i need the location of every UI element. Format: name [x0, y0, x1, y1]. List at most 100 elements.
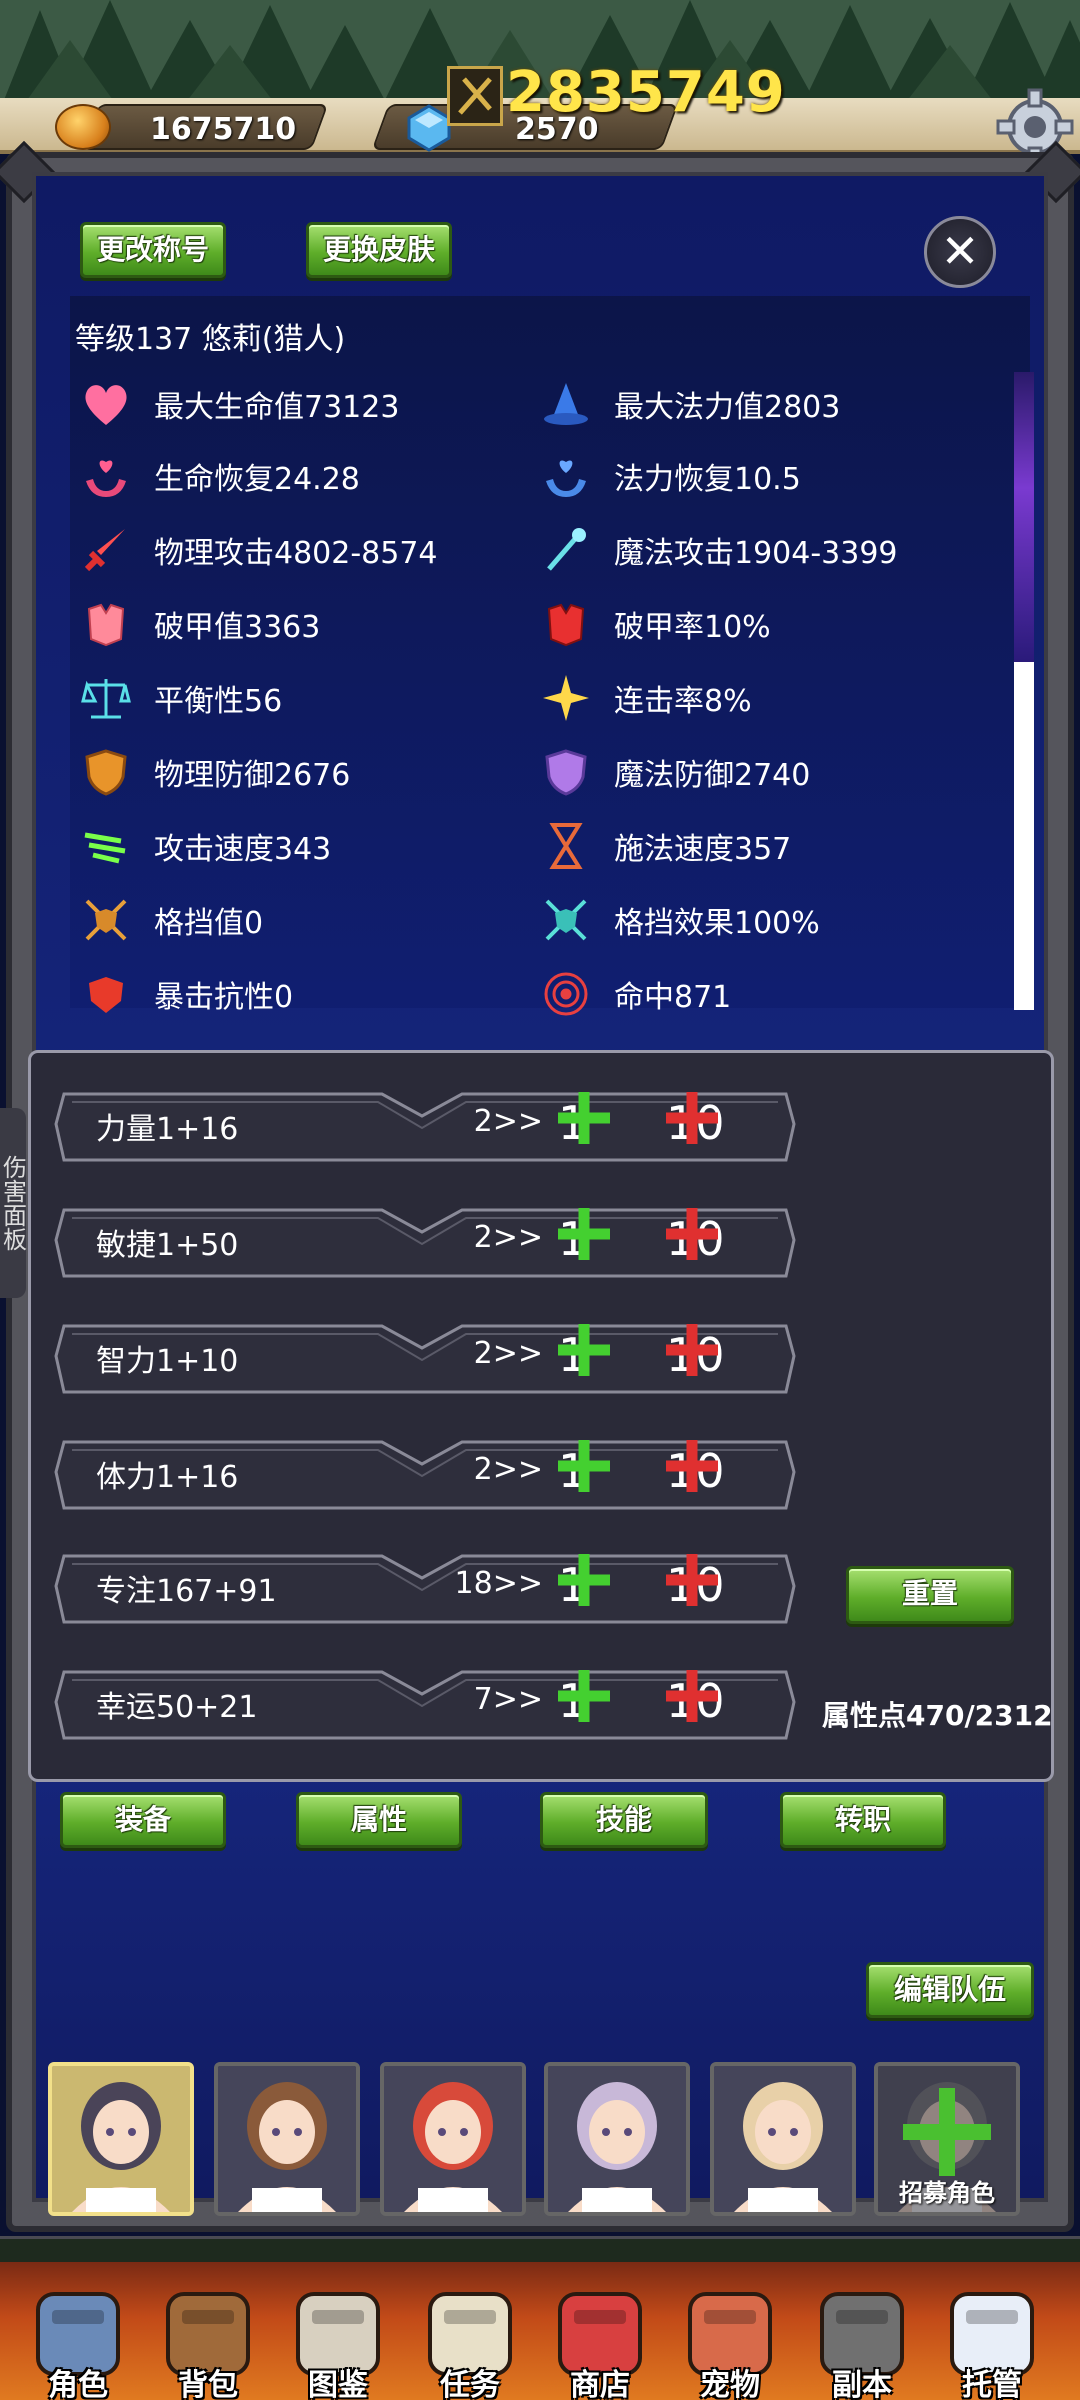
stat-physical-attack: 物理攻击4802-8574	[78, 522, 438, 578]
speed-wing-icon	[78, 818, 134, 874]
nav-pets[interactable]: 宠物	[674, 2286, 786, 2400]
plus-green-icon	[558, 1092, 610, 1144]
magic-wand-icon	[538, 522, 594, 578]
attribute-row: 幸运50+21 7>> 110	[52, 1654, 798, 1750]
attribute-name: 体力1+16	[96, 1460, 239, 1495]
nav-label: 宠物	[700, 2368, 760, 2400]
add-ten-button[interactable]: 10	[662, 1088, 782, 1158]
diamond-icon	[407, 104, 451, 152]
stat-combo-rate: 连击率8%	[538, 670, 752, 726]
plus-red-icon	[666, 1440, 718, 1492]
character-slot[interactable]	[48, 2062, 194, 2216]
add-one-button[interactable]: 1	[554, 1204, 674, 1274]
crossed-swords-cyan-icon	[538, 892, 594, 948]
stat-block-effect: 格挡效果100%	[538, 892, 820, 948]
attribute-row: 智力1+10 2>> 110	[52, 1308, 798, 1404]
plus-green-icon	[558, 1554, 610, 1606]
star-burst-icon	[538, 670, 594, 726]
stat-attack-speed: 攻击速度343	[78, 818, 331, 874]
character-slot[interactable]	[710, 2062, 856, 2216]
add-ten-button[interactable]: 10	[662, 1550, 782, 1620]
character-portrait	[384, 2066, 522, 2212]
stat-magic-attack: 魔法攻击1904-3399	[538, 522, 898, 578]
heart-icon	[78, 376, 134, 432]
stat-mp-regen: 法力恢复10.5	[538, 448, 801, 504]
character-slot[interactable]	[214, 2062, 360, 2216]
add-one-button[interactable]: 1	[554, 1320, 674, 1390]
nav-backpack[interactable]: 背包	[152, 2286, 264, 2400]
recruit-label: 招募角色	[899, 2179, 995, 2207]
nav-auto[interactable]: 托管	[936, 2286, 1048, 2400]
character-portrait	[218, 2066, 356, 2212]
add-one-button[interactable]: 1	[554, 1666, 674, 1736]
nav-divider	[0, 2236, 1080, 2262]
gold-amount: 1675710	[150, 112, 297, 147]
wizard-hat-icon	[538, 376, 594, 432]
add-ten-button[interactable]: 10	[662, 1436, 782, 1506]
stat-magic-defense: 魔法防御2740	[538, 744, 810, 800]
add-ten-button[interactable]: 10	[662, 1204, 782, 1274]
stats-scrollbar-thumb[interactable]	[1014, 372, 1034, 662]
level-and-name: 等级137 悠莉(猎人)	[75, 322, 346, 357]
stat-max-hp: 最大生命值73123	[78, 376, 399, 432]
close-icon: ✕	[940, 224, 980, 278]
combat-power-icon	[447, 66, 503, 126]
stat-accuracy: 命中871	[538, 966, 731, 1022]
damage-panel-tab[interactable]: 伤害面板	[0, 1108, 27, 1298]
add-ten-button[interactable]: 10	[662, 1320, 782, 1390]
reset-button[interactable]: 重置	[846, 1566, 1014, 1624]
add-ten-button[interactable]: 10	[662, 1666, 782, 1736]
plus-red-icon	[666, 1208, 718, 1260]
attribute-name: 专注167+91	[96, 1574, 277, 1609]
hands-heart-icon	[78, 448, 134, 504]
attribute-cost: 2>>	[473, 1452, 543, 1487]
tab-skills[interactable]: 技能	[540, 1792, 708, 1848]
attribute-name: 智力1+10	[96, 1344, 239, 1379]
change-title-button[interactable]: 更改称号	[80, 222, 226, 278]
recruit-slot[interactable]: 招募角色	[874, 2062, 1020, 2216]
add-one-button[interactable]: 1	[554, 1436, 674, 1506]
character-portrait	[548, 2066, 686, 2212]
plus-red-icon	[666, 1092, 718, 1144]
character-slot[interactable]	[380, 2062, 526, 2216]
magic-shield-icon	[538, 744, 594, 800]
tab-attributes[interactable]: 属性	[296, 1792, 462, 1848]
stat-armor-pen: 破甲值3363	[78, 596, 320, 652]
attribute-cost: 2>>	[473, 1104, 543, 1139]
stat-physical-defense: 物理防御2676	[78, 744, 350, 800]
nav-dungeon[interactable]: 副本	[806, 2286, 918, 2400]
attribute-row: 体力1+16 2>> 110	[52, 1424, 798, 1520]
attribute-cost: 18>>	[454, 1566, 543, 1601]
plus-green-icon	[558, 1324, 610, 1376]
hands-mana-icon	[538, 448, 594, 504]
character-slot[interactable]	[544, 2062, 690, 2216]
nav-label: 托管	[962, 2368, 1022, 2400]
add-one-button[interactable]: 1	[554, 1550, 674, 1620]
change-skin-button[interactable]: 更换皮肤	[306, 222, 452, 278]
nav-label: 副本	[832, 2368, 892, 2400]
nav-character[interactable]: 角色	[22, 2286, 134, 2400]
crossed-swords-shield-icon	[78, 892, 134, 948]
edit-team-button[interactable]: 编辑队伍	[866, 1962, 1034, 2018]
character-portrait	[714, 2066, 852, 2212]
stat-cast-speed: 施法速度357	[538, 818, 791, 874]
close-button[interactable]: ✕	[924, 216, 996, 288]
broken-armor-red-icon	[538, 596, 594, 652]
attribute-row: 专注167+91 18>> 110	[52, 1538, 798, 1634]
attribute-name: 敏捷1+50	[96, 1228, 239, 1263]
nav-codex[interactable]: 图鉴	[282, 2286, 394, 2400]
attribute-name: 力量1+16	[96, 1112, 239, 1147]
attribute-cost: 2>>	[473, 1220, 543, 1255]
plus-green-icon	[558, 1208, 610, 1260]
nav-shop[interactable]: 商店	[544, 2286, 656, 2400]
add-one-button[interactable]: 1	[554, 1088, 674, 1158]
stat-balance: 平衡性56	[78, 670, 282, 726]
nav-quests[interactable]: 任务	[414, 2286, 526, 2400]
attribute-cost: 2>>	[473, 1336, 543, 1371]
attribute-row: 敏捷1+50 2>> 110	[52, 1192, 798, 1288]
tab-equipment[interactable]: 装备	[60, 1792, 226, 1848]
attribute-cost: 7>>	[473, 1682, 543, 1717]
combat-power-value: 2835749	[506, 60, 786, 125]
nav-label: 任务	[440, 2368, 500, 2400]
tab-job-change[interactable]: 转职	[780, 1792, 946, 1848]
